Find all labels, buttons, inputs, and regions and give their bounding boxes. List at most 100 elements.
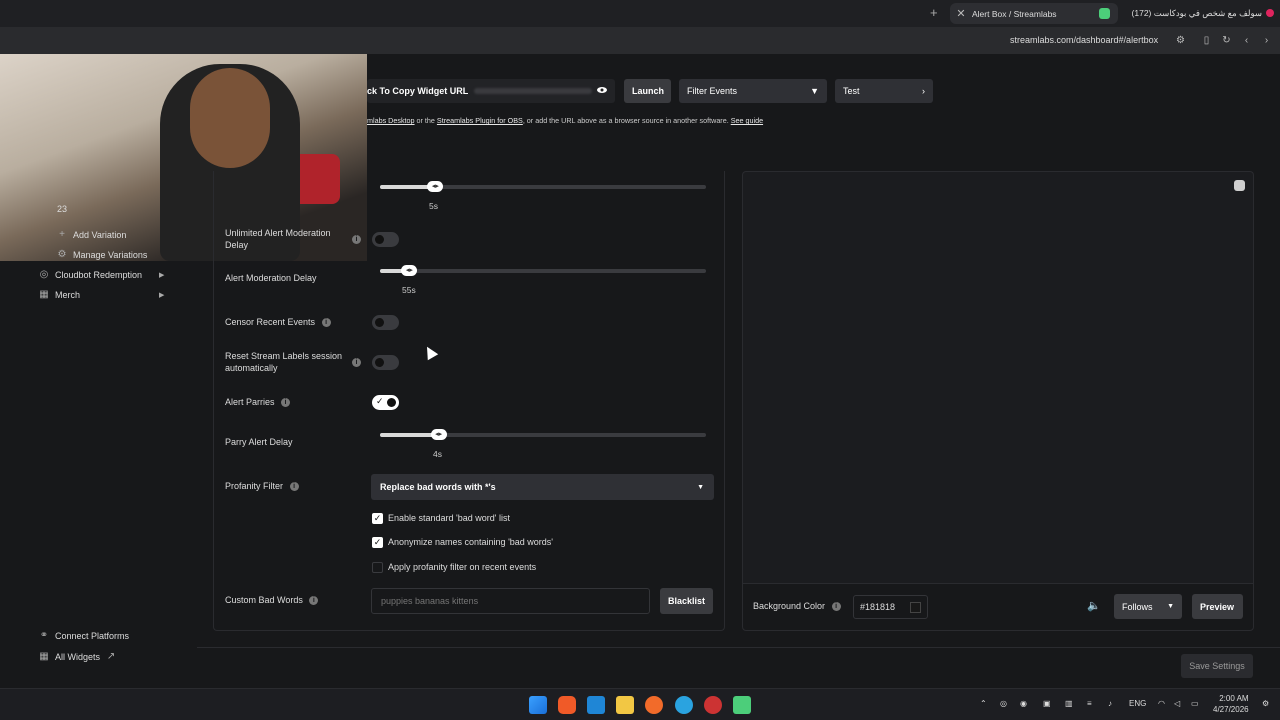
clock-time: 2:00 AM [1219, 694, 1249, 703]
top-slider[interactable]: ◂▸ [380, 181, 706, 192]
blacklist-label: Blacklist [668, 596, 706, 606]
tab-youtube[interactable]: (172) سولف مع شخص في بودكاست [1122, 3, 1280, 24]
vscode-icon[interactable] [587, 696, 605, 714]
app-icon[interactable] [645, 696, 663, 714]
sidebar-item-add-variation[interactable]: + Add Variation [57, 230, 126, 241]
parry-delay-slider[interactable]: ◂▸ [380, 429, 706, 440]
enable-bad-word-list-checkbox[interactable]: ✓ [372, 513, 383, 524]
slider-thumb[interactable]: ◂▸ [427, 181, 444, 192]
sidebar-item-merch[interactable]: ▦ Merch ▶ [39, 290, 169, 301]
color-swatch[interactable] [910, 602, 921, 613]
moderation-delay-slider[interactable]: ◂▸ [380, 265, 706, 276]
windows-taskbar: ⌃ ◎ ◉ ▣ ▥ ≡ ♪ ENG ◠ ◁ ▭ 2:00 AM 4/27/202… [0, 688, 1280, 720]
censor-toggle[interactable] [372, 315, 399, 330]
preview-button[interactable]: Preview [1192, 594, 1243, 619]
censor-label: Censor Recent Events i [225, 316, 331, 328]
save-settings-button[interactable]: Save Settings [1181, 654, 1253, 678]
sidebar-item-label: Merch [55, 290, 81, 300]
bookmark-icon[interactable]: ▯ [1201, 35, 1212, 46]
apply-recent-events-checkbox[interactable] [372, 562, 383, 573]
tray-app-icon[interactable]: ◉ [1020, 699, 1027, 708]
start-icon[interactable] [529, 696, 547, 714]
tray-app-icon[interactable]: ≡ [1087, 699, 1092, 708]
reset-labels-toggle[interactable] [372, 355, 399, 370]
battery-icon[interactable]: ▭ [1191, 699, 1199, 708]
test-button[interactable]: Test › [835, 79, 933, 103]
custom-bad-words-input[interactable] [371, 588, 650, 614]
custom-words-label: Custom Bad Words i [225, 594, 319, 606]
obs-plugin-link[interactable]: Streamlabs Plugin for OBS [437, 116, 523, 125]
bg-color-input[interactable]: #181818 [853, 595, 928, 619]
tray-chevron-icon[interactable]: ⌃ [980, 699, 987, 708]
preview-label: Preview [1200, 601, 1235, 612]
camera-icon[interactable] [1234, 180, 1245, 191]
sidebar-item-manage-variations[interactable]: ⚙ Manage Variations [57, 250, 148, 261]
sidebar-item-connect-platforms[interactable]: ⚭ Connect Platforms [39, 631, 129, 642]
launch-button[interactable]: Launch [624, 79, 671, 103]
tray-app-icon[interactable]: ▣ [1043, 699, 1051, 708]
info-icon[interactable]: i [352, 358, 361, 367]
caret-down-icon: ▼ [697, 483, 704, 491]
toggle-knob [375, 235, 384, 244]
tab-alert-box[interactable]: ✕ Alert Box / Streamlabs [950, 3, 1118, 24]
filter-events-label: Filter Events [687, 86, 738, 96]
new-tab-button[interactable]: + [930, 5, 938, 20]
streamlabs-icon[interactable] [733, 696, 751, 714]
wifi-icon[interactable]: ◠ [1158, 699, 1165, 708]
top-slider-value: 5s [429, 201, 438, 211]
language-indicator[interactable]: ENG [1129, 699, 1146, 708]
streamlabs-page: ck To Copy Widget URL Launch Filter Even… [0, 54, 1280, 688]
sidebar-item-cloudbot-redemption[interactable]: ◎ Cloudbot Redemption ▶ [39, 270, 169, 281]
event-type-select[interactable]: Follows ▼ [1114, 594, 1182, 619]
forward-icon[interactable]: › [1261, 35, 1272, 46]
desktop-link[interactable]: mlabs Desktop [367, 116, 415, 125]
url-text[interactable]: streamlabs.com/dashboard#/alertbox [1010, 35, 1158, 45]
tray-app-icon[interactable]: ◎ [1000, 699, 1007, 708]
back-icon[interactable]: ‹ [1241, 35, 1252, 46]
parries-toggle[interactable]: ✓ [372, 395, 399, 410]
slider-thumb[interactable]: ◂▸ [401, 265, 418, 276]
info-icon[interactable]: i [321, 318, 331, 328]
anonymize-names-checkbox[interactable]: ✓ [372, 537, 383, 548]
speaker-icon[interactable]: ◁ [1174, 699, 1180, 708]
checkbox-label: Apply profanity filter on recent events [388, 562, 537, 572]
file-explorer-icon[interactable] [616, 696, 634, 714]
profanity-filter-select[interactable]: Replace bad words with *'s ▼ [371, 474, 714, 500]
caret-right-icon: ▶ [159, 292, 165, 299]
see-guide-link[interactable]: See guide [731, 116, 763, 125]
check-icon: ✓ [376, 396, 384, 406]
info-icon[interactable]: i [309, 596, 319, 606]
reload-icon[interactable]: ↻ [1221, 35, 1232, 46]
moderation-delay-label: Alert Moderation Delay [225, 273, 317, 283]
site-settings-icon[interactable]: ⚙ [1175, 35, 1186, 46]
obs-icon[interactable] [704, 696, 722, 714]
filter-events-dropdown[interactable]: Filter Events ▼ [679, 79, 827, 103]
slider-thumb[interactable]: ◂▸ [430, 429, 447, 440]
eye-icon[interactable] [597, 85, 607, 95]
widget-url-field[interactable]: ck To Copy Widget URL [367, 79, 615, 103]
info-icon[interactable]: i [281, 398, 291, 408]
address-bar: streamlabs.com/dashboard#/alertbox ⚙ ▯ ↻… [0, 27, 1280, 54]
info-icon[interactable]: i [352, 235, 361, 244]
grid-icon: ▦ [39, 651, 49, 662]
sidebar-item-all-widgets[interactable]: ▦ All Widgets ↗ [39, 651, 116, 663]
telegram-icon[interactable] [675, 696, 693, 714]
blacklist-button[interactable]: Blacklist [660, 588, 714, 614]
microphone-icon[interactable]: ♪ [1108, 699, 1112, 708]
volume-icon[interactable]: 🔈 [1087, 599, 1101, 612]
caret-down-icon: ▼ [810, 86, 819, 96]
info-icon[interactable]: i [831, 602, 841, 612]
checkbox-label: Anonymize names containing 'bad words' [388, 537, 554, 547]
close-tab-icon[interactable]: ✕ [950, 7, 972, 20]
brave-icon[interactable] [558, 696, 576, 714]
tray-app-icon[interactable]: ▥ [1065, 699, 1073, 708]
system-clock[interactable]: 2:00 AM 4/27/2026 [1213, 693, 1249, 715]
custom-words-label-text: Custom Bad Words [225, 595, 303, 605]
notifications-icon[interactable]: ⚙ [1262, 699, 1269, 708]
hidden-url-text [474, 88, 593, 94]
toggle-knob [375, 318, 384, 327]
launch-label: Launch [632, 86, 665, 96]
hint-text: , or add the URL above as a browser sour… [522, 116, 731, 125]
unlimited-delay-toggle[interactable] [372, 232, 399, 247]
info-icon[interactable]: i [289, 482, 299, 492]
